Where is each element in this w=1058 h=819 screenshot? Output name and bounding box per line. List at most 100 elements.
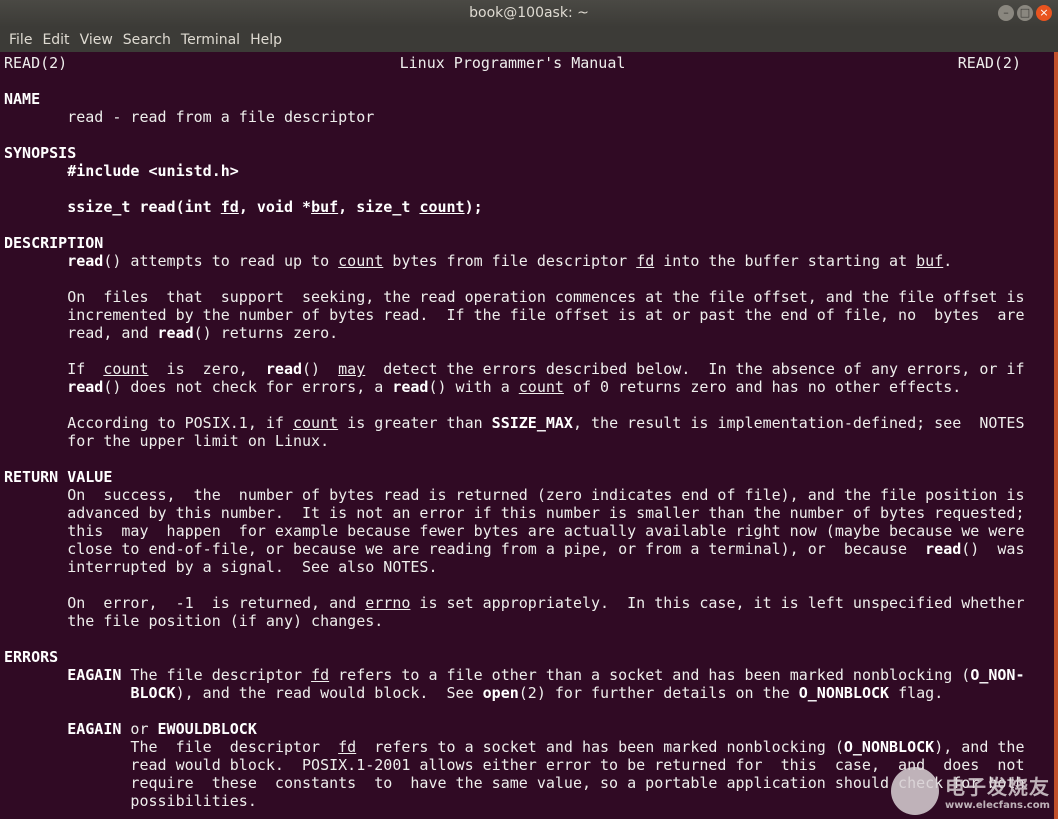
terminal-line: read - read from a file descriptor bbox=[4, 108, 374, 126]
terminal-line: ssize_t read(int fd, void *buf, size_t c… bbox=[4, 198, 482, 216]
terminal-line: close to end-of-file, or because we are … bbox=[4, 540, 1024, 558]
terminal-line: RETURN VALUE bbox=[4, 468, 112, 486]
man-text: ), and the read would block. See bbox=[175, 684, 483, 702]
terminal-line: interrupted by a signal. See also NOTES. bbox=[4, 558, 437, 576]
terminal-line: DESCRIPTION bbox=[4, 234, 103, 252]
man-bold-text: SYNOPSIS bbox=[4, 144, 77, 162]
man-bold-text: read bbox=[265, 360, 303, 378]
man-text: incremented by the number of bytes read.… bbox=[4, 306, 1025, 324]
man-text: detect the errors described below. In th… bbox=[365, 360, 1025, 378]
man-text: , the result is implementation-defined; … bbox=[572, 414, 1025, 432]
man-text: () does not check for errors, a bbox=[103, 378, 393, 396]
man-text: On success, the number of bytes read is … bbox=[4, 486, 1025, 504]
man-argument: count bbox=[292, 414, 339, 432]
window-titlebar[interactable]: book@100ask: ~ – □ × bbox=[0, 0, 1058, 27]
terminal-line: the file position (if any) changes. bbox=[4, 612, 383, 630]
man-text: On files that support seeking, the read … bbox=[4, 288, 1025, 306]
man-text: advanced by this number. It is not an er… bbox=[4, 504, 1025, 522]
man-bold-text: read bbox=[67, 378, 104, 396]
man-text: (2) for further details on the bbox=[518, 684, 799, 702]
man-text bbox=[4, 198, 67, 216]
menu-view[interactable]: View bbox=[75, 27, 118, 52]
minimize-icon[interactable]: – bbox=[998, 5, 1014, 21]
terminal-line: incremented by the number of bytes read.… bbox=[4, 306, 1024, 324]
man-argument: count bbox=[338, 252, 384, 270]
man-argument: buf bbox=[311, 198, 339, 216]
terminal-line: read, and read() returns zero. bbox=[4, 324, 338, 342]
man-bold-text: #include <unistd.h> bbox=[67, 162, 239, 180]
terminal-line: #include <unistd.h> bbox=[4, 162, 239, 180]
terminal-line: NAME bbox=[4, 90, 40, 108]
menu-help[interactable]: Help bbox=[245, 27, 287, 52]
man-text: On error, -1 is returned, and bbox=[4, 594, 366, 612]
man-text: () bbox=[302, 360, 339, 378]
terminal-line: read() attempts to read up to count byte… bbox=[4, 252, 952, 270]
man-text: is set appropriately. In this case, it i… bbox=[410, 594, 1025, 612]
terminal-line: this may happen for example because fewe… bbox=[4, 522, 1024, 540]
man-bold-text: , size_t bbox=[338, 198, 420, 216]
man-text bbox=[4, 162, 67, 180]
man-argument: fd bbox=[220, 198, 239, 216]
terminal-line: On success, the number of bytes read is … bbox=[4, 486, 1024, 504]
man-bold-text: O_NONBLOCK bbox=[798, 684, 890, 702]
man-bold-text: EAGAIN bbox=[67, 720, 122, 738]
man-text: this may happen for example because fewe… bbox=[4, 522, 1025, 540]
close-icon[interactable]: × bbox=[1036, 5, 1052, 21]
menu-terminal[interactable]: Terminal bbox=[176, 27, 245, 52]
terminal-line: require these constants to have the same… bbox=[4, 774, 1024, 792]
man-text: of 0 returns zero and has no other effec… bbox=[563, 378, 962, 396]
man-argument: errno bbox=[365, 594, 411, 612]
man-text bbox=[4, 252, 67, 270]
man-text bbox=[4, 684, 130, 702]
terminal-line: On error, -1 is returned, and errno is s… bbox=[4, 594, 1024, 612]
terminal-line: The file descriptor fd refers to a socke… bbox=[4, 738, 1025, 756]
man-text: the file position (if any) changes. bbox=[4, 612, 384, 630]
man-argument: count bbox=[518, 378, 564, 396]
watermark-brand: 电子发烧友 bbox=[945, 775, 1050, 799]
man-argument: fd bbox=[338, 738, 357, 756]
man-argument: count bbox=[419, 198, 465, 216]
man-bold-text: open bbox=[482, 684, 519, 702]
man-text bbox=[4, 720, 67, 738]
man-bold-text: NAME bbox=[4, 90, 41, 108]
man-text: read would block. POSIX.1-2001 allows ei… bbox=[4, 756, 1025, 774]
man-bold-text: read bbox=[157, 324, 194, 342]
man-text: close to end-of-file, or because we are … bbox=[4, 540, 926, 558]
terminal-line: On files that support seeking, the read … bbox=[4, 288, 1024, 306]
man-text: possibilities. bbox=[4, 792, 257, 810]
man-text: require these constants to have the same… bbox=[4, 774, 1025, 792]
terminal-line: EAGAIN or EWOULDBLOCK bbox=[4, 720, 257, 738]
menu-search[interactable]: Search bbox=[118, 27, 176, 52]
menu-file[interactable]: File bbox=[4, 27, 37, 52]
man-header-right: READ(2) bbox=[957, 54, 1021, 72]
terminal-line: EAGAIN The file descriptor fd refers to … bbox=[4, 666, 1025, 684]
man-header-center: Linux Programmer's Manual bbox=[399, 54, 626, 72]
man-text: or bbox=[121, 720, 158, 738]
man-text: () attempts to read up to bbox=[103, 252, 339, 270]
man-text: refers to a file other than a socket and… bbox=[329, 666, 971, 684]
terminal-line: BLOCK), and the read would block. See op… bbox=[4, 684, 943, 702]
watermark-logo: 电子发烧友 www.elecfans.com bbox=[891, 767, 1050, 815]
terminal-line: According to POSIX.1, if count is greate… bbox=[4, 414, 1025, 432]
man-bold-text: BLOCK bbox=[130, 684, 176, 702]
man-bold-text: ERRORS bbox=[4, 648, 59, 666]
man-argument: fd bbox=[636, 252, 655, 270]
menu-edit[interactable]: Edit bbox=[37, 27, 74, 52]
man-text: ), and the bbox=[934, 738, 1025, 756]
man-text: . bbox=[943, 252, 953, 270]
terminal-content[interactable]: READ(2) Linux Programmer's Manual READ(2… bbox=[0, 52, 1058, 819]
man-text: The file descriptor bbox=[4, 738, 339, 756]
man-bold-text: ssize_t read(int bbox=[67, 198, 221, 216]
man-text bbox=[4, 666, 67, 684]
man-text: refers to a socket and has been marked n… bbox=[356, 738, 844, 756]
terminal-line: SYNOPSIS bbox=[4, 144, 76, 162]
man-argument: buf bbox=[916, 252, 944, 270]
terminal-line: possibilities. bbox=[4, 792, 257, 810]
maximize-icon[interactable]: □ bbox=[1017, 5, 1033, 21]
man-bold-text: O_NON- bbox=[970, 666, 1025, 684]
terminal-line: If count is zero, read() may detect the … bbox=[4, 360, 1025, 378]
man-argument: may bbox=[338, 360, 366, 378]
man-text: According to POSIX.1, if bbox=[4, 414, 293, 432]
man-argument: fd bbox=[311, 666, 330, 684]
menu-bar: File Edit View Search Terminal Help bbox=[0, 27, 1058, 52]
